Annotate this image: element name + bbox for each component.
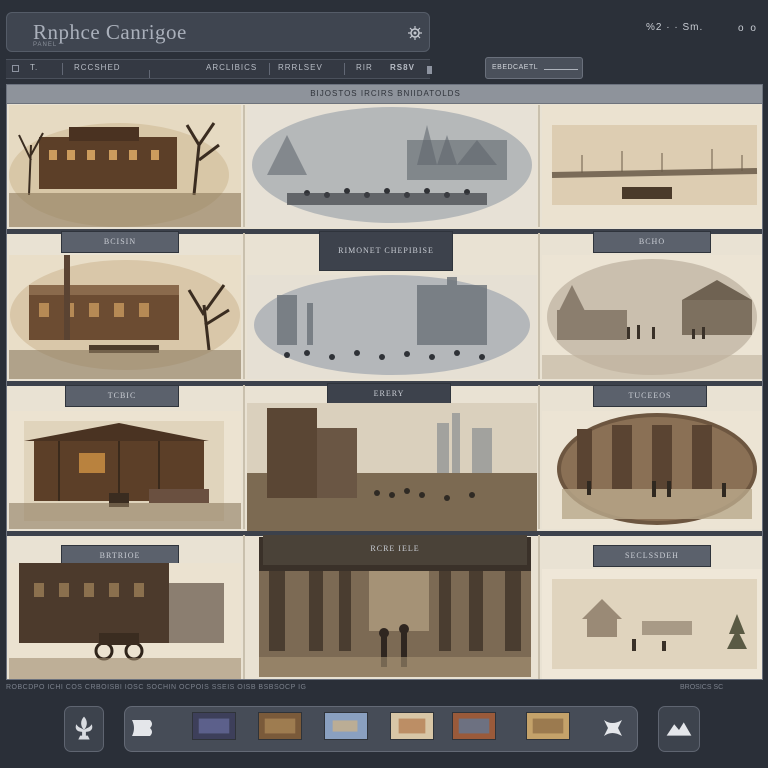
scene-thumbnail[interactable] xyxy=(9,105,241,227)
scene-label: RCRE IELE xyxy=(263,535,527,565)
toolbar-item-1[interactable]: T. xyxy=(30,63,38,72)
dropdown-label: EBEDCAETL xyxy=(492,64,539,71)
toolbar-item-2[interactable]: RCCSHED xyxy=(74,63,121,72)
toolbar-item-6[interactable]: RS8V xyxy=(390,63,415,72)
scene-label: SECLSSDEH xyxy=(593,545,711,567)
toolbar-item-4[interactable]: RRRLSEV xyxy=(278,63,323,72)
fleur-icon xyxy=(75,716,93,740)
scroll-right-icon[interactable] xyxy=(600,716,628,740)
column-divider xyxy=(243,385,245,529)
scroll-handle-icon[interactable] xyxy=(427,66,432,74)
status-text: ROBCDPO ICHI COS CRBOISBI IOSC SOCHIN OC… xyxy=(6,684,307,691)
toolbar-separator xyxy=(269,63,270,75)
landscape-button[interactable] xyxy=(658,706,700,752)
toolbar-separator xyxy=(62,63,63,75)
column-divider xyxy=(538,105,540,227)
storyboard-grid: BIJOSTOS IRCIRS BNIIDATOLDS BCISIN RIMON… xyxy=(6,84,763,680)
column-divider xyxy=(243,535,245,679)
toolbar-item-5[interactable]: RIR xyxy=(356,63,373,72)
column-divider xyxy=(243,233,245,379)
scene-thumbnail[interactable] xyxy=(247,105,537,227)
filmstrip-thumbnail[interactable] xyxy=(452,712,496,740)
filmstrip-thumbnail[interactable] xyxy=(192,712,236,740)
window-info: %2 · · Sm. xyxy=(646,22,704,33)
dropdown-line xyxy=(544,69,578,70)
app-subtitle: PANEL xyxy=(33,42,58,48)
title-panel: Rnphce Canrigoe PANEL xyxy=(6,12,430,52)
column-divider xyxy=(243,105,245,227)
mountain-icon xyxy=(666,722,692,736)
scene-thumbnail[interactable] xyxy=(542,569,762,679)
filmstrip-thumbnail[interactable] xyxy=(526,712,570,740)
column-divider xyxy=(538,535,540,679)
view-dropdown[interactable]: EBEDCAETL xyxy=(485,57,583,79)
scene-thumbnail[interactable] xyxy=(247,275,537,379)
filmstrip-thumbnail[interactable] xyxy=(258,712,302,740)
scene-label: BCISIN xyxy=(61,231,179,253)
board-header: BIJOSTOS IRCIRS BNIIDATOLDS xyxy=(7,85,762,104)
scene-label: BCHO xyxy=(593,231,711,253)
scene-label: TCBIC xyxy=(65,385,179,407)
filmstrip-thumbnail[interactable] xyxy=(390,712,434,740)
top-bar: Rnphce Canrigoe PANEL %2 · · Sm. o o T. … xyxy=(0,0,768,88)
toolbar-separator xyxy=(149,70,150,78)
filmstrip-thumbnail[interactable] xyxy=(324,712,368,740)
scene-label: ERERY xyxy=(327,383,451,405)
toolbar-item-3[interactable]: ARCLIBICS xyxy=(206,63,257,72)
board-header-title: BIJOSTOS IRCIRS BNIIDATOLDS xyxy=(310,89,461,98)
toolbar: T. RCCSHED ARCLIBICS RRRLSEV RIR RS8V xyxy=(6,59,432,79)
settings-icon[interactable] xyxy=(407,25,423,41)
column-divider xyxy=(538,385,540,529)
scene-thumbnail[interactable] xyxy=(542,411,762,529)
scene-thumbnail[interactable] xyxy=(542,255,762,379)
scene-label: TUCEEOS xyxy=(593,385,707,407)
scene-thumbnail[interactable] xyxy=(9,563,241,679)
scene-thumbnail[interactable] xyxy=(9,411,241,529)
scroll-left-icon[interactable] xyxy=(128,716,158,740)
scene-thumbnail[interactable] xyxy=(542,105,762,227)
scene-thumbnail[interactable] xyxy=(247,403,537,533)
status-right-text: BROSICS SC xyxy=(680,684,724,691)
toolbar-separator xyxy=(344,63,345,75)
column-divider xyxy=(538,233,540,379)
lily-icon-button[interactable] xyxy=(64,706,104,752)
scene-label: RIMONET CHEPIBISE xyxy=(319,231,453,271)
square-icon[interactable] xyxy=(12,65,19,72)
scene-thumbnail[interactable] xyxy=(9,255,241,379)
window-controls[interactable]: o o xyxy=(738,23,758,34)
